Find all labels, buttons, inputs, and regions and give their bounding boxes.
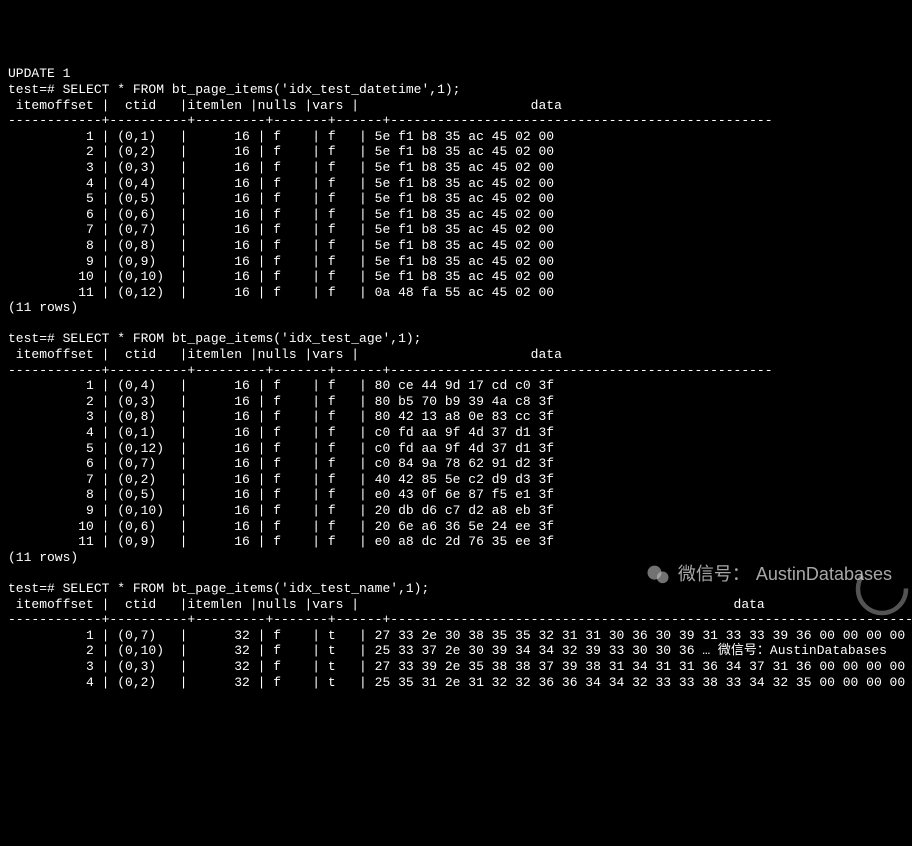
terminal-output[interactable]: UPDATE 1 test=# SELECT * FROM bt_page_it… xyxy=(8,66,904,705)
